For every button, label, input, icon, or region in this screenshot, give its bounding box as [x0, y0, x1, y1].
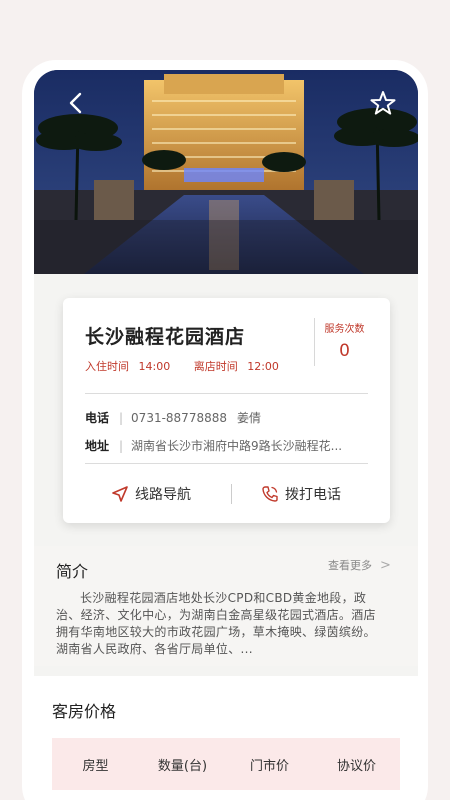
room-price-section: 客房价格 房型 数量(台) 门市价 协议价: [34, 676, 418, 800]
row-separator: |: [119, 411, 124, 425]
column-header: 协议价: [336, 758, 376, 774]
action-separator: [231, 484, 232, 504]
intro-text: 长沙融程花园酒店地处长沙CPD和CBD黄金地段，政治、经济、文化中心，为湖南白金…: [56, 591, 376, 656]
address-row: 地址 | 湖南省长沙市湘府中路9路长沙融程花...: [85, 437, 342, 454]
checkin-time: 14:00: [138, 360, 171, 373]
divider: [85, 393, 368, 394]
column-header: 数量(台): [157, 758, 208, 774]
phone-number[interactable]: 0731-88778888: [131, 411, 227, 425]
hotel-info-card: 长沙融程花园酒店 入住时间 14:00 离店时间 12:00 服务次数 0 电话…: [63, 298, 390, 523]
back-arrow-icon: [69, 92, 82, 114]
contact-name: 姜倩: [237, 411, 262, 425]
back-button[interactable]: [62, 88, 92, 118]
intro-section: 简介 查看更多 > 长沙融程花园酒店地处长沙CPD和CBD黄金地段，政治、经济、文…: [34, 546, 418, 666]
column-header: 房型: [82, 758, 109, 774]
stay-times: 入住时间 14:00 离店时间 12:00: [85, 358, 285, 374]
navigation-arrow-icon: [112, 486, 128, 502]
checkin-label: 入住时间: [85, 360, 129, 373]
hotel-name: 长沙融程花园酒店: [85, 326, 246, 348]
room-price-table-header: 房型 数量(台) 门市价 协议价: [52, 738, 400, 790]
room-price-title: 客房价格: [52, 702, 117, 721]
address-text: 湖南省长沙市湘府中路9路长沙融程花...: [131, 439, 343, 453]
navigate-button[interactable]: 线路导航: [111, 478, 191, 510]
star-outline-icon: [370, 91, 396, 115]
service-count-label: 服务次数: [324, 324, 365, 335]
chevron-right-icon: >: [380, 558, 391, 573]
column-header: 门市价: [249, 758, 289, 774]
hotel-detail-screen: 长沙融程花园酒店 入住时间 14:00 离店时间 12:00 服务次数 0 电话…: [34, 70, 418, 800]
divider: [85, 463, 368, 464]
address-label: 地址: [85, 439, 110, 453]
phone-label: 电话: [85, 411, 110, 425]
see-more-label: 查看更多: [328, 559, 372, 572]
intro-title: 简介: [56, 562, 89, 581]
phone-row: 电话 | 0731-88778888 姜倩: [85, 409, 261, 426]
see-more-link[interactable]: 查看更多 >: [328, 557, 391, 573]
phone-icon: [262, 486, 278, 502]
favorite-button[interactable]: [368, 88, 398, 118]
row-separator: |: [119, 439, 124, 453]
action-bar: 线路导航 拨打电话: [63, 478, 390, 510]
call-button[interactable]: 拨打电话: [261, 478, 341, 510]
service-count-value: 0: [339, 341, 350, 361]
phone-frame: 长沙融程花园酒店 入住时间 14:00 离店时间 12:00 服务次数 0 电话…: [22, 60, 428, 800]
service-count-box: 服务次数 0: [314, 318, 374, 366]
navigate-label: 线路导航: [135, 487, 191, 503]
checkout-label: 离店时间: [193, 360, 238, 373]
call-label: 拨打电话: [285, 487, 341, 503]
checkout-time: 12:00: [247, 360, 279, 373]
